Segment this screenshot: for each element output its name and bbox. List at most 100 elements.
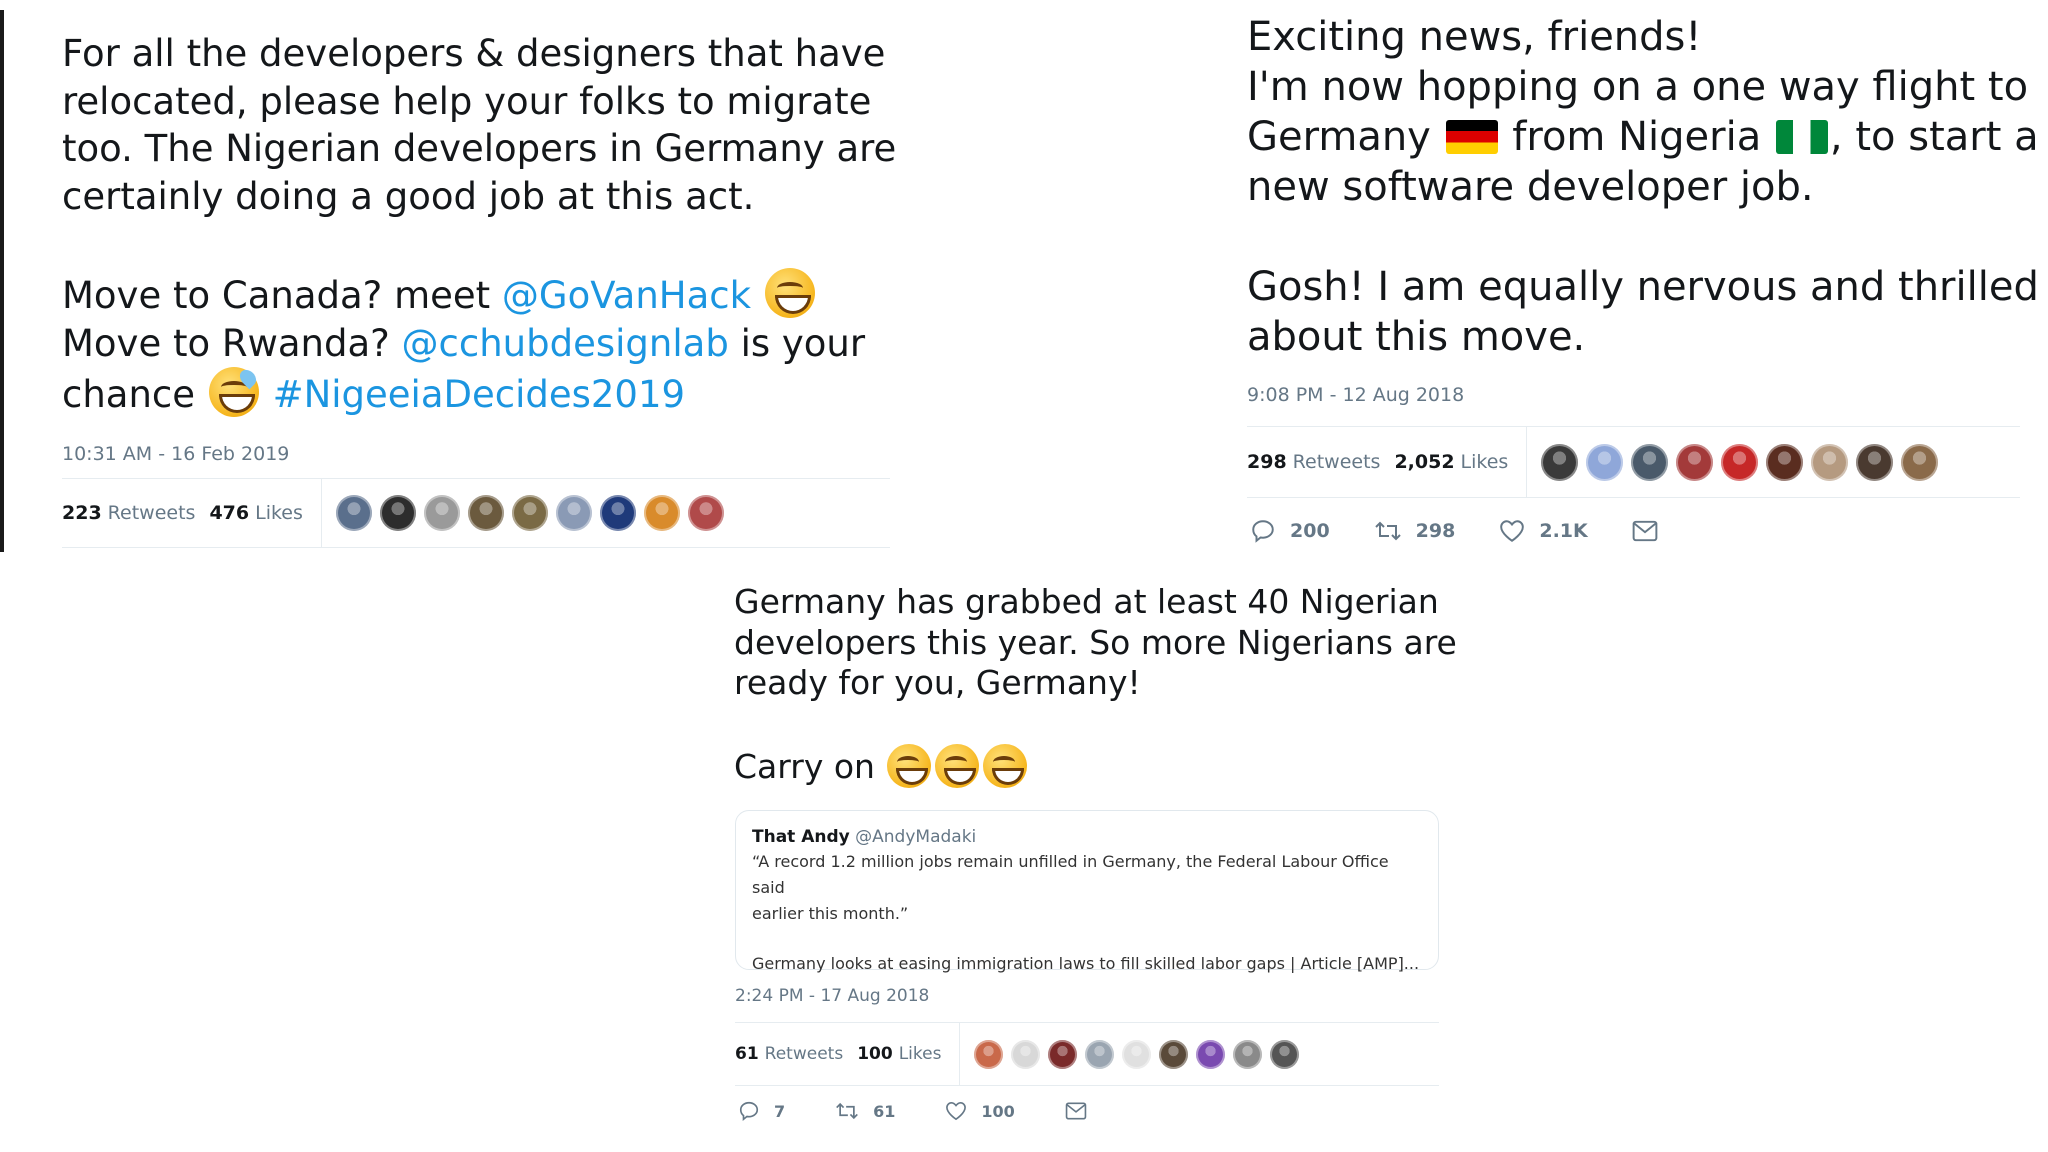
- reply-icon: [739, 1101, 759, 1121]
- chance-word: chance: [62, 373, 196, 416]
- retweet-icon: [1374, 521, 1401, 541]
- retweets-count: 298: [1247, 451, 1287, 473]
- tweet-timestamp[interactable]: 2:24 PM - 17 Aug 2018: [735, 986, 929, 1006]
- avatar[interactable]: [1631, 443, 1669, 481]
- tweet-text-line: I'm now hopping on a one way flight to: [1247, 64, 2029, 110]
- avatar[interactable]: [1085, 1039, 1115, 1069]
- avatar[interactable]: [1122, 1039, 1152, 1069]
- like-action[interactable]: 2.1K: [1499, 519, 1588, 543]
- avatar[interactable]: [1856, 443, 1894, 481]
- germany-word: Germany: [1247, 114, 1431, 160]
- avatar[interactable]: [1901, 443, 1939, 481]
- quoted-author-handle: @AndyMadaki: [855, 827, 977, 847]
- cchubdesignlab-mention-link[interactable]: @cchubdesignlab: [402, 322, 729, 365]
- avatar[interactable]: [1766, 443, 1804, 481]
- avatar[interactable]: [1270, 1039, 1300, 1069]
- govanhack-mention-link[interactable]: @GoVanHack: [502, 274, 751, 317]
- tweet-right-actions: 200 298 2.1K: [1250, 518, 1716, 544]
- reply-action[interactable]: 7: [738, 1100, 785, 1122]
- quoted-text-line: “A record 1.2 million jobs remain unfill…: [752, 852, 1389, 897]
- retweet-action[interactable]: 298: [1374, 518, 1455, 544]
- tweet-text-line: Exciting news, friends!: [1247, 14, 1702, 60]
- tweet-timestamp[interactable]: 9:08 PM - 12 Aug 2018: [1247, 384, 2039, 406]
- envelope-icon: [1065, 1102, 1087, 1120]
- retweets-label: Retweets: [107, 502, 196, 524]
- retweet-count: 61: [873, 1101, 896, 1121]
- message-action[interactable]: [1065, 1102, 1101, 1120]
- tweet-text: For all the developers & designers that …: [62, 30, 896, 419]
- reply-icon: [1252, 520, 1274, 543]
- quoted-author-name: That Andy: [752, 827, 850, 847]
- likes-count: 100: [857, 1044, 893, 1064]
- message-action[interactable]: [1632, 520, 1672, 542]
- tweet-text-line: ready for you, Germany!: [734, 663, 1141, 702]
- avatar[interactable]: [467, 495, 504, 531]
- liker-avatars: [1541, 443, 1946, 481]
- avatar[interactable]: [1159, 1039, 1189, 1069]
- tweet-text-line: new software developer job.: [1247, 164, 1814, 210]
- avatar[interactable]: [1011, 1039, 1041, 1069]
- stats-divider: [959, 1023, 961, 1085]
- rwanda-prefix: Move to Rwanda?: [62, 321, 390, 365]
- grinning-face-icon: [764, 268, 815, 318]
- avatar[interactable]: [511, 495, 548, 531]
- retweets-stat[interactable]: 223 Retweets: [62, 502, 195, 524]
- retweets-label: Retweets: [764, 1044, 844, 1064]
- grinning-sweat-face-icon: [208, 366, 260, 417]
- like-count: 100: [981, 1101, 1015, 1121]
- tweet-bottom-actions: 7 61 100: [738, 1100, 1145, 1122]
- grinning-face-icon: [983, 743, 1028, 788]
- reply-count: 7: [774, 1101, 786, 1121]
- left-edge-bar: [0, 10, 4, 552]
- heart-icon: [946, 1101, 967, 1121]
- rwanda-suffix: is your: [740, 321, 866, 365]
- tweet-text: Exciting news, friends! I'm now hopping …: [1247, 12, 2039, 362]
- avatar[interactable]: [1196, 1039, 1226, 1069]
- avatar[interactable]: [1811, 443, 1849, 481]
- avatar[interactable]: [1676, 443, 1714, 481]
- tweet-text-line: For all the developers & designers that …: [62, 32, 886, 75]
- avatar[interactable]: [1048, 1039, 1078, 1069]
- tweet-left-stats: 223 Retweets 476 Likes: [62, 478, 890, 548]
- avatar[interactable]: [1541, 443, 1579, 481]
- tweet-right-stats: 298 Retweets 2,052 Likes: [1247, 426, 2020, 498]
- like-action[interactable]: 100: [945, 1101, 1015, 1121]
- hashtag-link[interactable]: #NigeeiaDecides2019: [273, 373, 686, 416]
- tweet-text-line: certainly doing a good job at this act.: [62, 174, 755, 218]
- likes-label: Likes: [1460, 451, 1509, 473]
- tweet-text-line: relocated, please help your folks to mig…: [62, 79, 872, 123]
- avatar[interactable]: [599, 495, 636, 531]
- avatar[interactable]: [555, 495, 592, 531]
- avatar[interactable]: [974, 1039, 1004, 1069]
- avatar[interactable]: [1721, 443, 1759, 481]
- reply-action[interactable]: 200: [1250, 518, 1330, 544]
- quoted-tweet-header: That Andy @AndyMadaki: [752, 827, 1422, 847]
- retweets-stat[interactable]: 298 Retweets: [1247, 451, 1380, 473]
- carry-on-text: Carry on: [734, 746, 875, 786]
- likes-stat[interactable]: 2,052 Likes: [1394, 451, 1508, 473]
- avatar[interactable]: [1233, 1039, 1263, 1069]
- tweet-timestamp[interactable]: 10:31 AM - 16 Feb 2019: [62, 443, 896, 465]
- tweet-text-line: Carry on: [734, 743, 1457, 788]
- retweets-count: 61: [735, 1044, 759, 1064]
- tweet-text-line: about this move.: [1247, 314, 1586, 360]
- avatar[interactable]: [643, 495, 680, 531]
- from-nigeria-text: from Nigeria: [1512, 114, 1762, 160]
- tweet-right: Exciting news, friends! I'm now hopping …: [1247, 12, 2039, 406]
- avatar[interactable]: [687, 495, 724, 531]
- tweet-text-line: Move to Canada? meet @GoVanHack: [62, 268, 896, 320]
- quoted-tweet-card[interactable]: That Andy @AndyMadaki “A record 1.2 mill…: [735, 810, 1439, 973]
- avatar[interactable]: [335, 495, 372, 531]
- likes-count: 476: [209, 502, 250, 524]
- retweet-action[interactable]: 61: [835, 1100, 895, 1122]
- likes-stat[interactable]: 476 Likes: [209, 502, 302, 524]
- avatar[interactable]: [379, 495, 416, 531]
- avatar[interactable]: [423, 495, 460, 531]
- avatar[interactable]: [1586, 443, 1624, 481]
- retweets-stat[interactable]: 61 Retweets: [735, 1044, 843, 1064]
- likes-stat[interactable]: 100 Likes: [857, 1044, 941, 1064]
- like-count: 2.1K: [1539, 520, 1588, 542]
- tweet-text-line: too. The Nigerian developers in Germany …: [62, 127, 897, 170]
- quoted-text-line: earlier this month.”: [752, 904, 909, 923]
